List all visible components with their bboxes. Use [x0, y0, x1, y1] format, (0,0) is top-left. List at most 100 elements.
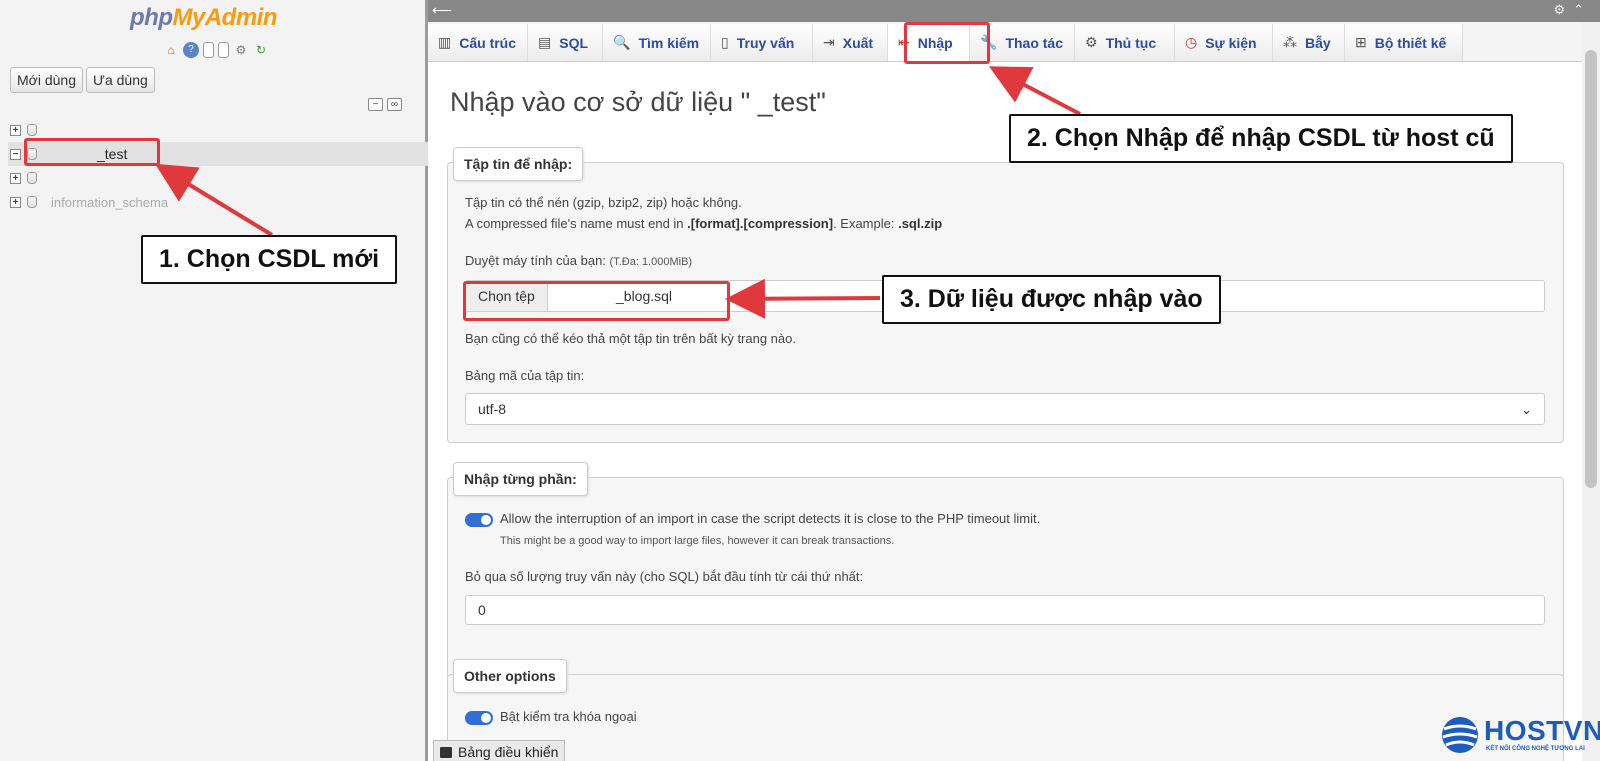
tab-export[interactable]: ⇥ Xuất: [813, 24, 888, 61]
note-example: .sql.zip: [898, 216, 943, 231]
chevron-down-icon: ⌄: [1521, 402, 1532, 417]
nav-icon-bar: ⌂ ? ⚙ ↻: [163, 42, 269, 58]
section-legend: Tập tin để nhập:: [453, 147, 584, 181]
tab-routines[interactable]: ⚙ Thủ tục: [1075, 24, 1175, 61]
tab-label: Truy vấn: [736, 34, 795, 51]
export-icon: ⇥: [823, 34, 835, 50]
docs-icon[interactable]: [203, 42, 214, 58]
tab-query[interactable]: ▯ Truy vấn: [711, 24, 813, 61]
tab-label: Thao tác: [1005, 34, 1064, 51]
callout-step2: 2. Chọn Nhập để nhập CSDL từ host cũ: [1009, 114, 1513, 163]
logo-myadmin: MyAdmin: [172, 4, 277, 31]
tab-label: Xuất: [842, 34, 874, 51]
charset-label: Bảng mã của tập tin:: [465, 368, 585, 383]
console-icon: [440, 746, 452, 758]
reload-icon[interactable]: ↻: [253, 42, 269, 58]
back-arrow-icon[interactable]: ⟵: [432, 2, 452, 19]
navigation-panel: phpMyAdmin ⌂ ? ⚙ ↻ Mới dùng Ưa dùng − ∞ …: [0, 0, 428, 761]
charset-value: utf-8: [478, 401, 507, 417]
hostvn-globe-icon: [1442, 717, 1478, 753]
routines-icon: ⚙: [1085, 34, 1098, 50]
database-icon: [27, 172, 37, 184]
skip-queries-label: Bỏ qua số lượng truy vấn này (cho SQL) b…: [465, 569, 864, 584]
tab-label: Bộ thiết kế: [1374, 34, 1447, 51]
tab-label: Tìm kiếm: [638, 34, 700, 51]
callout-step3: 3. Dữ liệu được nhập vào: [882, 275, 1221, 324]
tab-label: Cấu trúc: [459, 34, 517, 51]
tab-structure[interactable]: ▥ Cấu trúc: [428, 24, 528, 61]
compress-note: Tập tin có thể nén (gzip, bzip2, zip) ho…: [465, 195, 742, 210]
events-icon: ◷: [1185, 34, 1198, 50]
section-legend: Nhập từng phần:: [453, 462, 588, 496]
note-text: A compressed file's name must end in: [465, 216, 688, 231]
database-icon: [27, 196, 37, 208]
recent-button[interactable]: Mới dùng: [10, 67, 83, 93]
allow-interrupt-label: Allow the interruption of an import in c…: [500, 511, 1041, 526]
tab-sql[interactable]: ▤ SQL: [528, 24, 603, 61]
skip-queries-input[interactable]: 0: [465, 595, 1545, 625]
triggers-icon: ⁂: [1283, 34, 1297, 50]
tab-triggers[interactable]: ⁂ Bẫy: [1273, 24, 1345, 61]
brand-tagline: KẾT NỐI CÔNG NGHỆ TƯƠNG LAI: [1486, 746, 1585, 752]
collapse-icon[interactable]: −: [10, 148, 21, 160]
skip-value: 0: [478, 602, 486, 618]
hostvn-logo: HOSTVN KẾT NỐI CÔNG NGHỆ TƯƠNG LAI: [1440, 713, 1600, 761]
main-content: Nhập vào cơ sở dữ liệu " _test" Tập tin …: [428, 62, 1582, 761]
collapse-icon[interactable]: ⌃: [1573, 2, 1584, 18]
settings-icon[interactable]: ⚙: [233, 42, 249, 58]
callout-step1: 1. Chọn CSDL mới: [141, 235, 398, 284]
expand-icon[interactable]: +: [10, 124, 21, 136]
scrollbar-thumb[interactable]: [1585, 50, 1597, 488]
sql-icon: ▤: [538, 34, 552, 50]
tab-label: Bẫy: [1305, 34, 1331, 51]
highlight-file-input: [463, 281, 730, 321]
foreign-keys-toggle[interactable]: [465, 711, 493, 725]
help-icon[interactable]: ?: [183, 42, 199, 58]
db-name[interactable]: information_schema: [51, 195, 168, 210]
compress-format-note: A compressed file's name must end in .[f…: [465, 216, 942, 231]
section-legend: Other options: [453, 659, 567, 693]
structure-icon: ▥: [438, 34, 452, 50]
db-row-information-schema[interactable]: + information_schema: [8, 190, 428, 214]
console-button[interactable]: Bảng điều khiển: [433, 740, 566, 761]
tab-label: Sự kiện: [1205, 34, 1257, 51]
tab-events[interactable]: ◷ Sự kiện: [1175, 24, 1273, 61]
copy-icon[interactable]: [218, 42, 229, 58]
favorites-button[interactable]: Ưa dùng: [86, 67, 155, 93]
tab-designer[interactable]: ⊞ Bộ thiết kế: [1345, 24, 1463, 61]
top-bar: ⟵ ⚙ ⌃: [428, 0, 1600, 22]
search-icon: 🔍: [613, 34, 631, 50]
highlight-new-db: [24, 138, 160, 166]
expand-icon[interactable]: +: [10, 172, 21, 184]
db-row-3[interactable]: +: [8, 166, 428, 190]
charset-select[interactable]: utf-8 ⌄: [465, 393, 1545, 425]
brand-name: HOSTVN: [1484, 715, 1600, 746]
tab-label: SQL: [559, 34, 589, 51]
tree-tools: − ∞: [368, 98, 402, 111]
database-icon: [27, 124, 37, 136]
collapse-all-icon[interactable]: −: [368, 98, 383, 111]
database-tree: + − _test + + information_schema: [8, 118, 428, 214]
browse-label: Duyệt máy tính của bạn: (T.Đa: 1.000MiB): [465, 253, 692, 268]
top-right-icons: ⚙ ⌃: [1553, 2, 1584, 18]
designer-icon: ⊞: [1355, 34, 1367, 50]
home-icon[interactable]: ⌂: [163, 42, 179, 58]
allow-interrupt-toggle[interactable]: [465, 513, 493, 527]
note-format: .[format].[compression]: [687, 216, 834, 231]
settings-icon[interactable]: ⚙: [1553, 2, 1565, 18]
browse-text: Duyệt máy tính của bạn:: [465, 253, 606, 268]
tab-label: Thủ tục: [1105, 34, 1157, 51]
logo-php: php: [130, 4, 173, 31]
expand-icon[interactable]: +: [10, 196, 21, 208]
tab-search[interactable]: 🔍 Tìm kiếm: [603, 24, 711, 61]
tab-bar: ▥ Cấu trúc ▤ SQL 🔍 Tìm kiếm ▯ Truy vấn ⇥ Xuất…: [428, 22, 1582, 62]
query-icon: ▯: [721, 34, 729, 50]
drag-hint: Bạn cũng có thể kéo thả một tập tin trên…: [465, 331, 796, 346]
nav-tabs: Mới dùng Ưa dùng: [10, 67, 155, 93]
page-title: Nhập vào cơ sở dữ liệu " _test": [450, 87, 826, 117]
link-icon[interactable]: ∞: [387, 98, 402, 111]
foreign-keys-label: Bật kiểm tra khóa ngoại: [500, 709, 637, 724]
highlight-import-tab: [904, 22, 990, 64]
phpmyadmin-logo[interactable]: phpMyAdmin: [130, 4, 277, 32]
max-size: (T.Đa: 1.000MiB): [609, 256, 693, 268]
